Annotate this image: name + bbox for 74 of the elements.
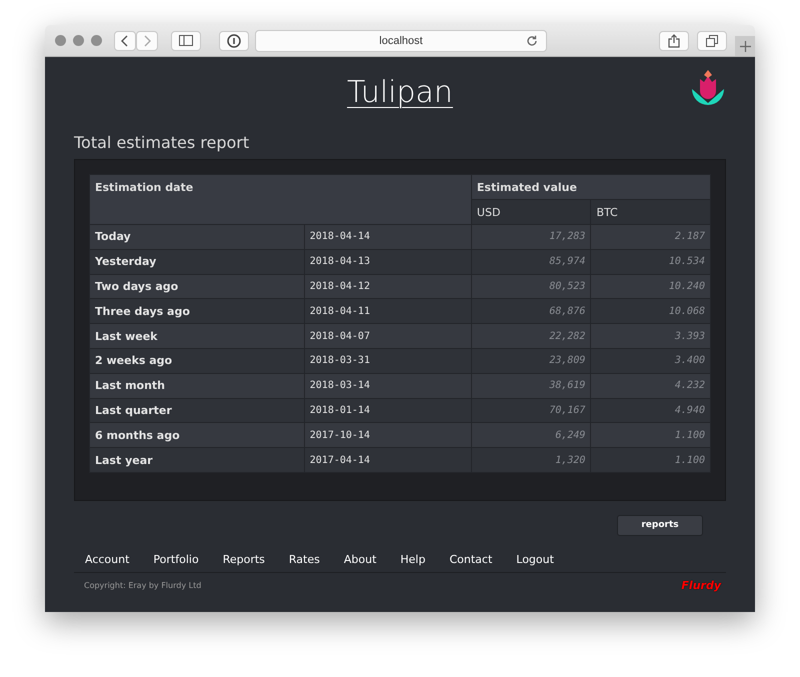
table-cell: 2018-01-14 (304, 398, 472, 423)
tabs-button[interactable] (697, 30, 727, 50)
chevron-left-icon (121, 34, 129, 46)
nav-link[interactable]: About (344, 552, 376, 566)
table-cell: 2018-04-11 (304, 298, 472, 324)
table-cell: Last month (90, 373, 304, 398)
share-button[interactable] (659, 30, 689, 50)
table-cell: 85,974 (471, 249, 591, 274)
table-cell: 2018-03-31 (304, 348, 472, 374)
table-cell: 10.534 (590, 249, 710, 274)
table-cell: 2 weeks ago (90, 348, 304, 374)
new-tab-button[interactable] (735, 36, 755, 56)
table-cell: 3.393 (590, 324, 710, 348)
tabs-icon (706, 34, 718, 46)
privacy-button[interactable] (219, 30, 249, 50)
nav-link[interactable]: Rates (288, 552, 320, 566)
table-cell: Last year (90, 448, 304, 472)
sidebar-button[interactable] (171, 30, 201, 50)
close-dot-icon[interactable] (55, 35, 66, 46)
table-cell: 6,249 (471, 422, 591, 448)
nav-link[interactable]: Logout (516, 552, 554, 566)
minimize-dot-icon[interactable] (73, 35, 84, 46)
table-cell: 22,282 (471, 324, 591, 348)
table-cell: Three days ago (90, 298, 304, 324)
table-cell: 2018-04-13 (304, 249, 472, 274)
table-cell: 4.940 (590, 398, 710, 423)
table-cell: 2018-03-14 (304, 373, 472, 398)
back-button[interactable] (114, 30, 136, 50)
table-cell: 1.100 (590, 448, 710, 472)
column-header: BTC (590, 200, 710, 224)
reports-button[interactable]: reports (617, 514, 703, 536)
table-cell: 80,523 (471, 274, 591, 299)
table-cell: 1.100 (590, 422, 710, 448)
share-icon (668, 34, 680, 48)
table-cell: 2017-04-14 (304, 448, 472, 472)
nav-link[interactable]: Contact (449, 552, 492, 566)
table-cell: 38,619 (471, 373, 591, 398)
site-title[interactable]: Tulipan (347, 74, 453, 110)
column-header: Estimated value (471, 174, 710, 200)
nav-link[interactable]: Portfolio (153, 552, 199, 566)
info-icon (227, 34, 241, 48)
table-cell: 10.068 (590, 298, 710, 324)
table-cell: Two days ago (90, 274, 304, 299)
table-cell: 4.232 (590, 373, 710, 398)
column-header: USD (471, 200, 591, 224)
table-cell: 10.240 (590, 274, 710, 299)
table-cell: Last week (90, 324, 304, 348)
table-cell: 1,320 (471, 448, 591, 472)
table-cell: Yesterday (90, 249, 304, 274)
zoom-dot-icon[interactable] (91, 35, 102, 46)
report-heading: Total estimates report (74, 133, 250, 152)
sidebar-icon (179, 35, 193, 46)
table-cell: 2018-04-14 (304, 224, 472, 250)
table-cell: 23,809 (471, 348, 591, 374)
nav-link[interactable]: Reports (222, 552, 265, 566)
table-cell: 68,876 (471, 298, 591, 324)
table-cell: 3.400 (590, 348, 710, 374)
copyright-text: Copyright: Eray by Flurdy Ltd (84, 580, 202, 590)
reload-icon[interactable] (526, 34, 538, 46)
column-header: Estimation date (90, 174, 472, 224)
table-cell: 17,283 (471, 224, 591, 250)
table-cell: 2017-10-14 (304, 422, 472, 448)
plus-icon (740, 40, 750, 52)
table-cell: 6 months ago (90, 422, 304, 448)
table-cell: 2018-04-07 (304, 324, 472, 348)
nav-link[interactable]: Help (400, 552, 426, 566)
table-cell: 2018-04-12 (304, 274, 472, 299)
address-bar[interactable]: localhost (255, 30, 547, 52)
nav-link[interactable]: Account (85, 552, 130, 566)
table-cell: Today (90, 224, 304, 250)
table-cell: 70,167 (471, 398, 591, 423)
table-cell: Last quarter (90, 398, 304, 423)
chevron-right-icon (143, 34, 151, 46)
table-cell: 2.187 (590, 224, 710, 250)
